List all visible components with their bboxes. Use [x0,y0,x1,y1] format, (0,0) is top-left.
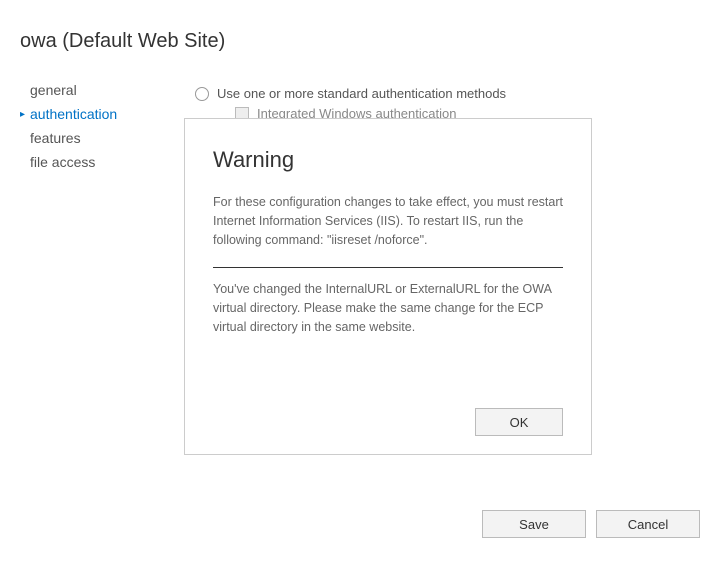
radio-icon[interactable] [195,87,209,101]
sidebar-item-label: general [30,82,77,98]
sidebar-item-file-access[interactable]: file access [20,150,165,174]
auth-standard-methods-row[interactable]: Use one or more standard authentication … [195,86,694,101]
sidebar: general ▸ authentication features file a… [0,78,165,174]
caret-right-icon: ▸ [20,109,30,120]
warning-dialog: Warning For these configuration changes … [184,118,592,455]
sidebar-item-label: authentication [30,106,117,122]
dialog-title: Warning [213,147,563,173]
page-title: owa (Default Web Site) [0,0,714,53]
cancel-button[interactable]: Cancel [596,510,700,538]
ok-button[interactable]: OK [475,408,563,436]
sidebar-item-general[interactable]: general [20,78,165,102]
bottom-actions: Save Cancel [482,510,700,538]
dialog-paragraph-2: You've changed the InternalURL or Extern… [213,280,563,336]
sidebar-item-features[interactable]: features [20,126,165,150]
radio-label: Use one or more standard authentication … [217,86,506,101]
dialog-paragraph-1: For these configuration changes to take … [213,193,563,249]
sidebar-item-label: file access [30,154,95,170]
dialog-body: For these configuration changes to take … [213,193,563,337]
save-button[interactable]: Save [482,510,586,538]
dialog-divider [213,267,563,268]
sidebar-item-label: features [30,130,81,146]
sidebar-item-authentication[interactable]: ▸ authentication [20,102,165,126]
dialog-footer: OK [213,408,563,436]
